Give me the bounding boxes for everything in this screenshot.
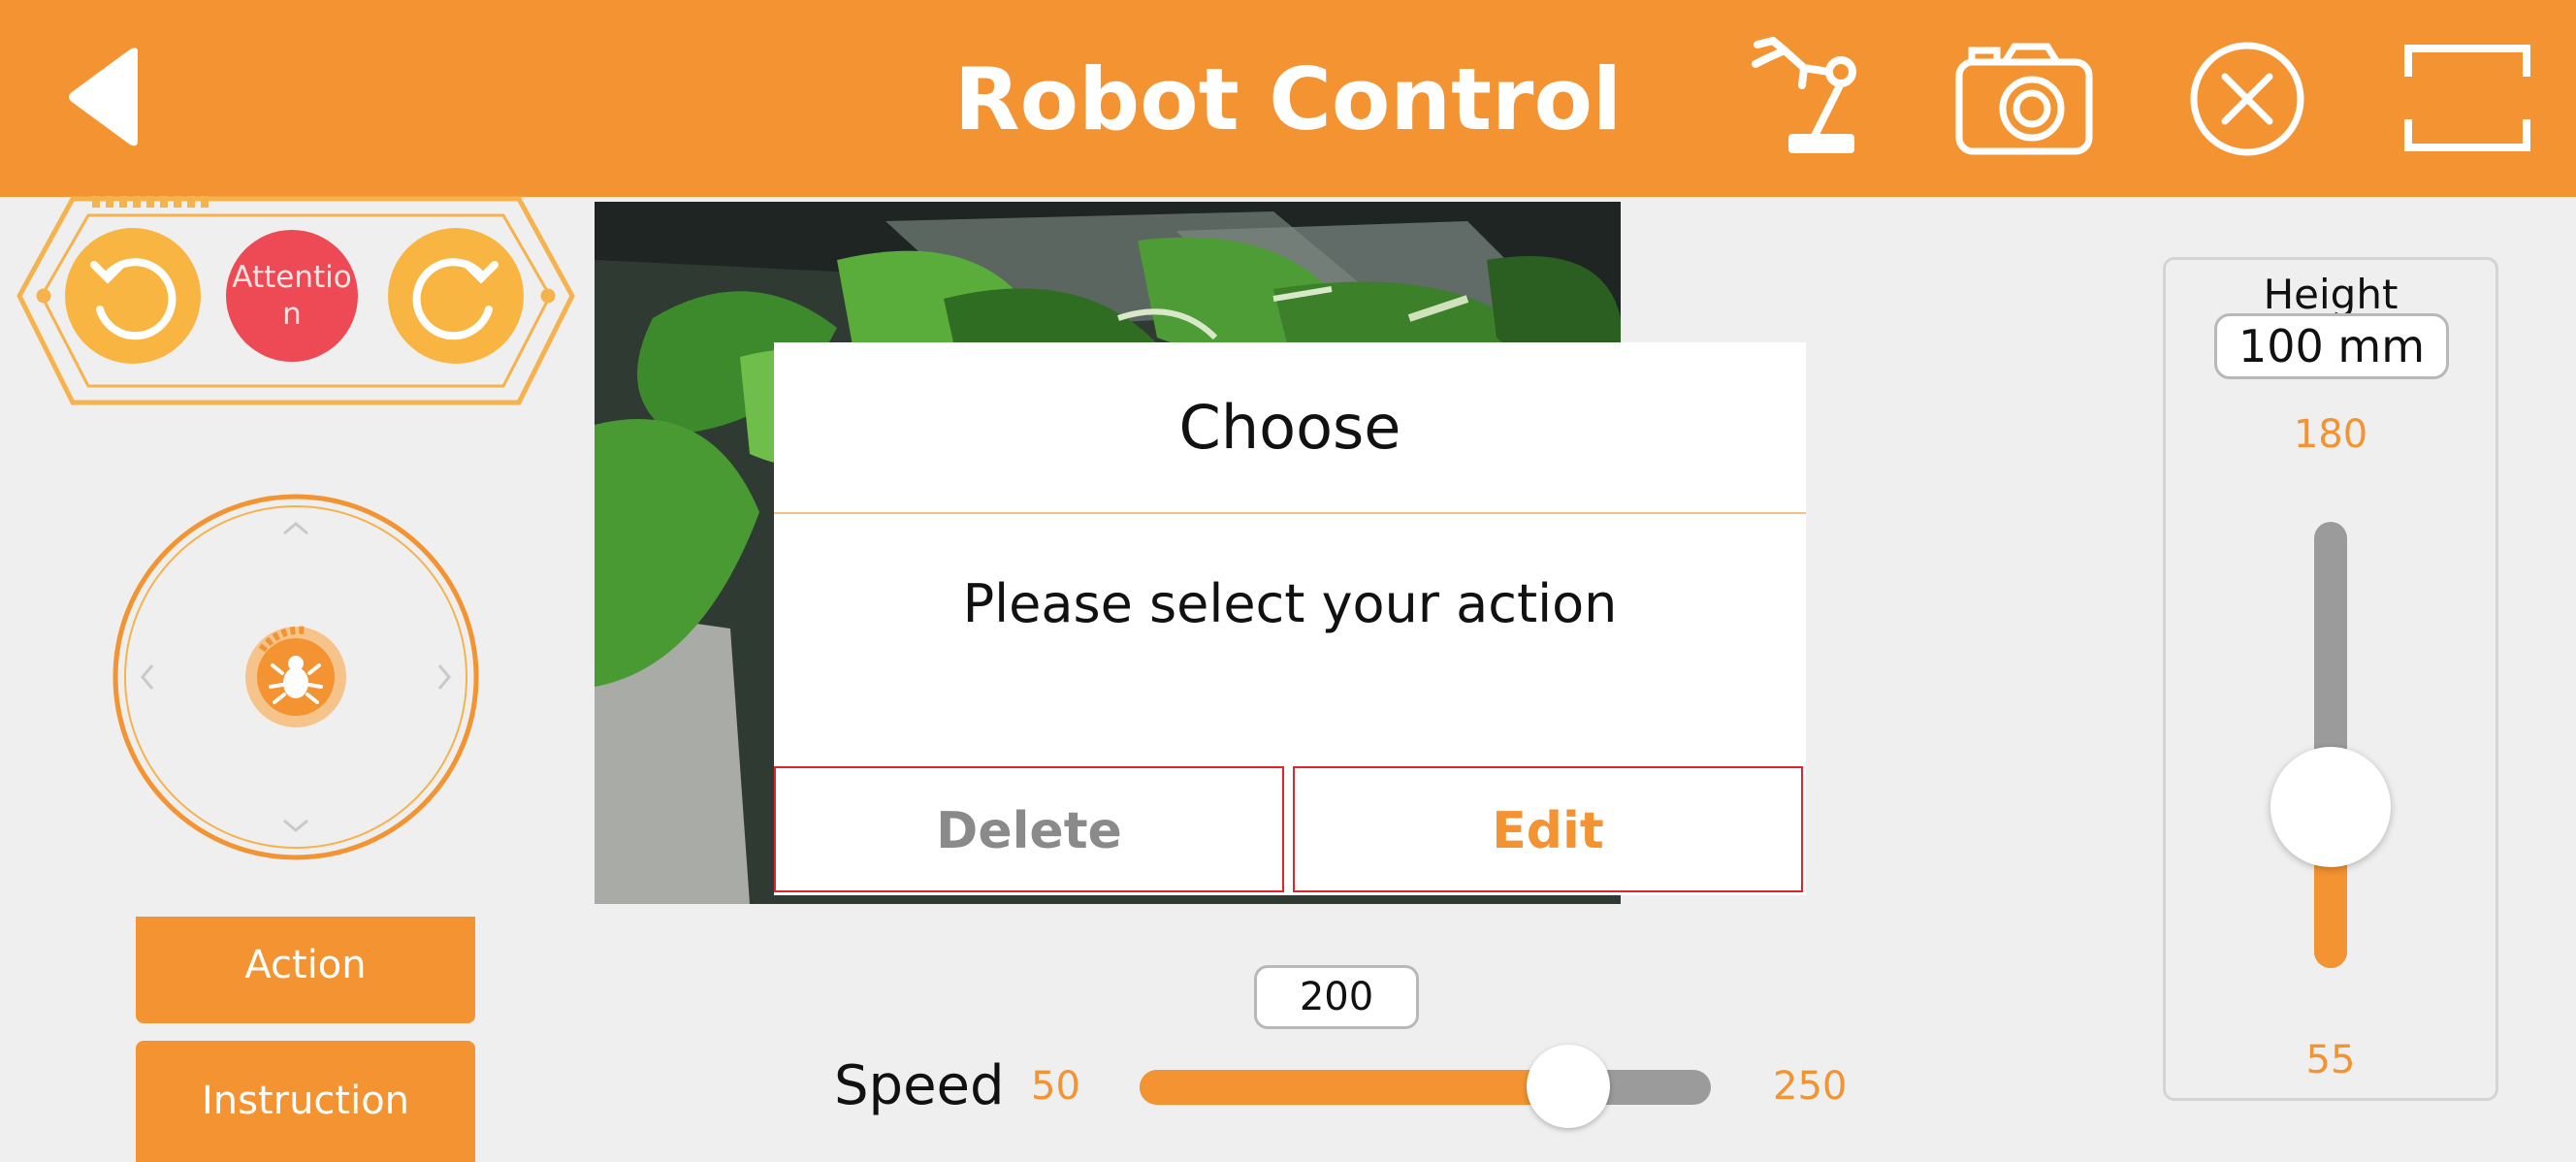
height-max: 180 [2293, 412, 2368, 457]
edit-button[interactable]: Edit [1293, 766, 1803, 892]
height-min: 55 [2305, 1038, 2356, 1082]
speed-max: 250 [1773, 1064, 1848, 1109]
robot-arm-icon [1752, 37, 1856, 153]
speed-slider-thumb[interactable] [1526, 1045, 1610, 1128]
speed-slider-fill [1140, 1070, 1568, 1105]
height-value: 100 mm [2214, 313, 2449, 379]
choose-dialog: Choose Please select your action Delete … [774, 342, 1806, 895]
dialog-message: Please select your action [962, 573, 1618, 634]
top-bar: Robot Control [0, 0, 2576, 197]
dialog-divider [774, 512, 1806, 514]
height-panel: Height 100 mm 180 55 [2163, 257, 2498, 1101]
speed-min: 50 [1031, 1064, 1080, 1109]
rotate-left-icon [90, 258, 177, 340]
delete-button[interactable]: Delete [774, 766, 1284, 892]
joystick[interactable] [112, 493, 480, 861]
fullscreen-button[interactable] [2403, 44, 2531, 152]
rotate-right-button[interactable] [388, 228, 524, 364]
rotate-left-button[interactable] [65, 228, 201, 364]
speed-value: 200 [1254, 965, 1419, 1029]
action-button[interactable]: Action [136, 917, 475, 1023]
height-slider[interactable] [2270, 522, 2391, 968]
spider-icon [245, 626, 346, 727]
speed-slider[interactable] [1140, 1045, 1711, 1128]
fullscreen-icon [2404, 45, 2530, 151]
robot-arm-button[interactable] [1746, 29, 1872, 165]
dialog-title: Choose [1178, 392, 1401, 463]
close-button[interactable] [2188, 40, 2306, 158]
camera-icon [1955, 43, 2093, 155]
instruction-button[interactable]: Instruction [136, 1041, 475, 1162]
snapshot-button[interactable] [1954, 39, 2095, 165]
height-slider-thumb[interactable] [2270, 747, 2391, 868]
attention-button[interactable]: Attention [226, 230, 358, 362]
speed-label: Speed [834, 1054, 1005, 1117]
close-circle-icon [2190, 42, 2304, 156]
rotate-right-icon [412, 258, 499, 340]
